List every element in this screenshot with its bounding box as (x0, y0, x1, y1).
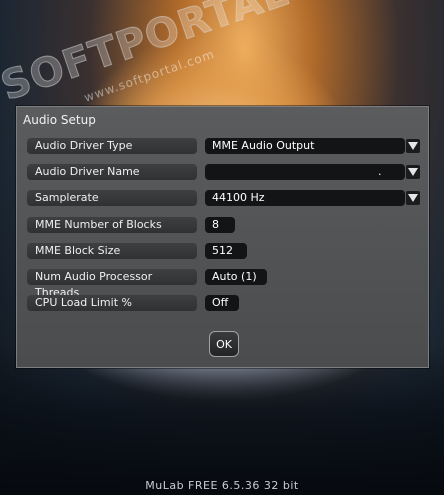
row-audio-driver-name: Audio Driver Name . (27, 164, 422, 180)
mme-block-size-value[interactable]: 512 (205, 243, 247, 259)
triangle-down-icon (408, 194, 418, 202)
samplerate-dropdown-button[interactable] (406, 191, 420, 205)
audio-driver-name-dropdown-button[interactable] (406, 165, 420, 179)
audio-driver-name-label: Audio Driver Name (27, 164, 197, 180)
audio-driver-type-dropdown-button[interactable] (406, 139, 420, 153)
dialog-title: Audio Setup (23, 113, 96, 127)
row-cpu-load-limit: CPU Load Limit % Off (27, 295, 257, 311)
audio-driver-name-value: . (378, 165, 382, 178)
cpu-load-limit-label: CPU Load Limit % (27, 295, 197, 311)
triangle-down-icon (408, 142, 418, 150)
ok-button[interactable]: OK (209, 331, 239, 357)
audio-driver-type-select[interactable]: MME Audio Output (205, 138, 405, 154)
num-audio-processor-threads-value[interactable]: Auto (1) (205, 269, 267, 285)
audio-setup-dialog: Audio Setup Audio Driver Type MME Audio … (16, 106, 429, 368)
audio-driver-type-label: Audio Driver Type (27, 138, 197, 154)
mme-number-of-blocks-value[interactable]: 8 (205, 217, 235, 233)
mme-block-size-label: MME Block Size (27, 243, 197, 259)
row-mme-block-size: MME Block Size 512 (27, 243, 257, 259)
num-audio-processor-threads-label: Num Audio Processor Threads (27, 269, 197, 299)
row-audio-driver-type: Audio Driver Type MME Audio Output (27, 138, 422, 154)
mme-number-of-blocks-label: MME Number of Blocks (27, 217, 197, 233)
cpu-load-limit-value[interactable]: Off (205, 295, 239, 311)
samplerate-select[interactable]: 44100 Hz (205, 190, 405, 206)
row-samplerate: Samplerate 44100 Hz (27, 190, 422, 206)
row-mme-number-of-blocks: MME Number of Blocks 8 (27, 217, 257, 233)
audio-driver-name-select[interactable]: . (205, 164, 405, 180)
status-bar-version: MuLab FREE 6.5.36 32 bit (145, 479, 299, 492)
samplerate-label: Samplerate (27, 190, 197, 206)
triangle-down-icon (408, 168, 418, 176)
row-num-audio-processor-threads: Num Audio Processor Threads Auto (1) (27, 269, 287, 299)
